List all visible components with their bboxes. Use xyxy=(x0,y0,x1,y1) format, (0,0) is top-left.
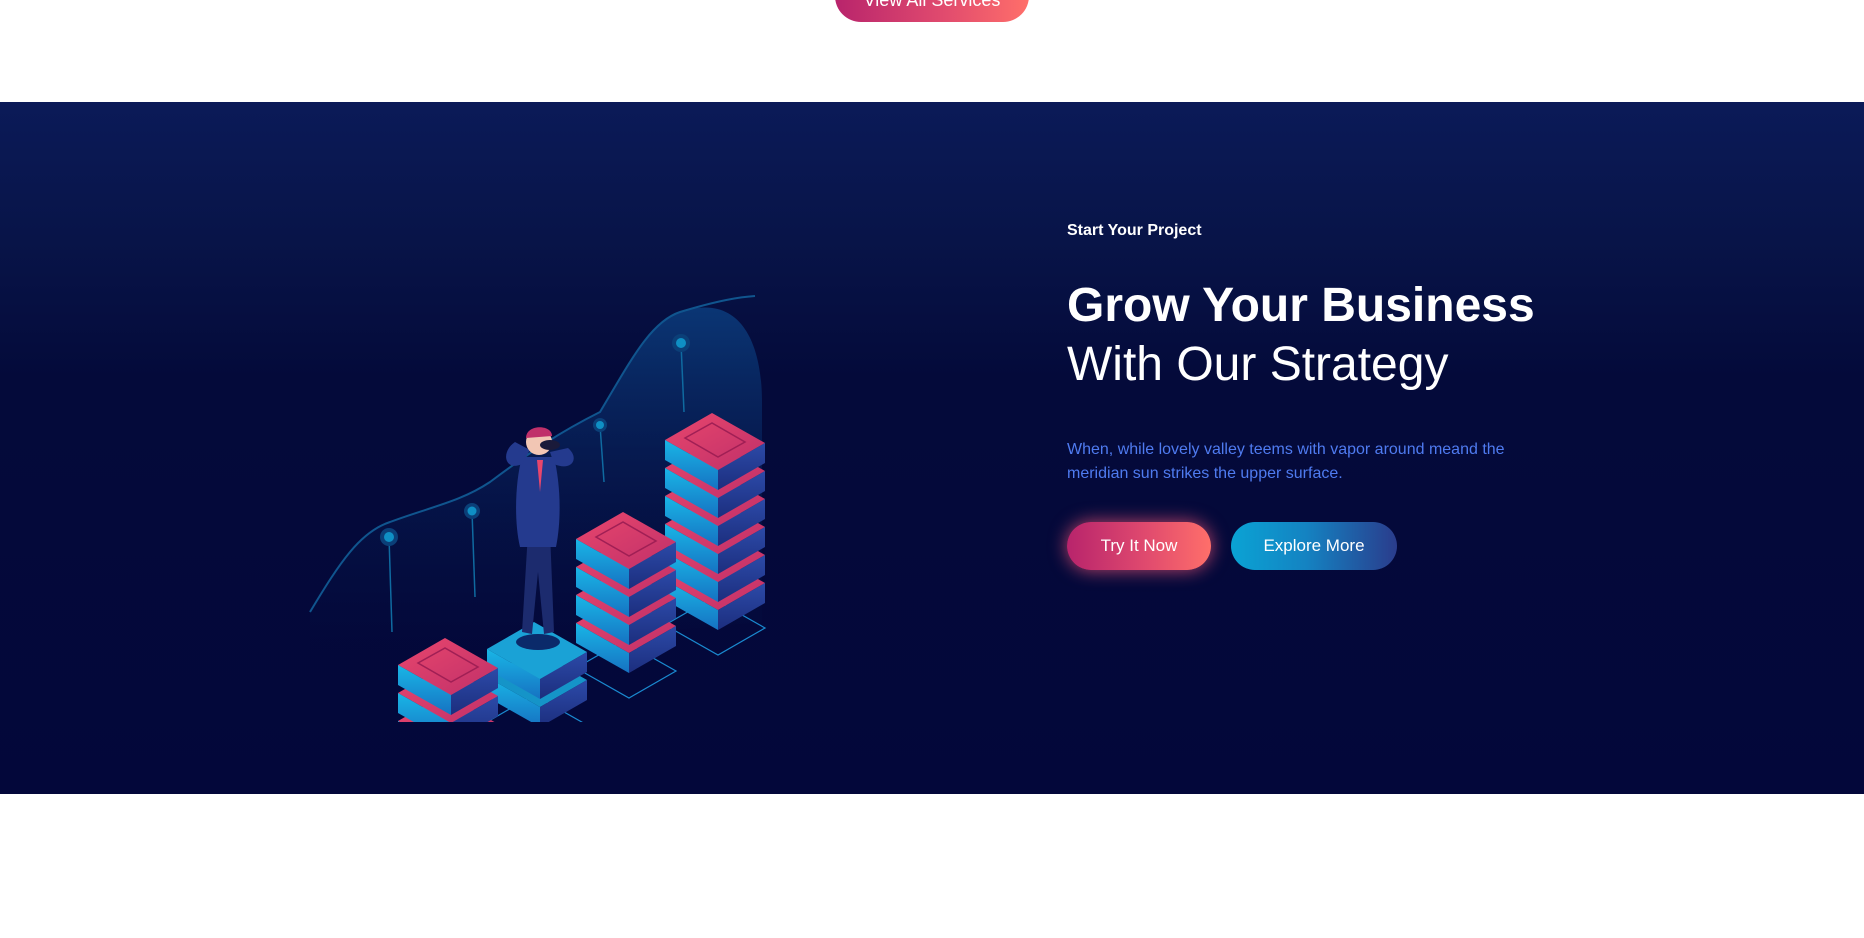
cta-buttons: Try It Now Explore More xyxy=(1067,522,1627,570)
next-section-blank xyxy=(0,794,1864,938)
cta-content: Start Your Project Grow Your Business Wi… xyxy=(1067,222,1627,570)
headline-bold: Grow Your Business xyxy=(1067,279,1535,332)
headline-regular: With Our Strategy xyxy=(1067,338,1449,391)
start-project-section: Start Your Project Grow Your Business Wi… xyxy=(0,102,1864,794)
try-it-now-button[interactable]: Try It Now xyxy=(1067,522,1211,570)
services-section-bottom: View All Services xyxy=(0,0,1864,102)
business-growth-illustration-icon xyxy=(309,295,767,722)
view-all-services-button[interactable]: View All Services xyxy=(835,0,1029,22)
explore-more-button[interactable]: Explore More xyxy=(1231,522,1397,570)
section-eyebrow: Start Your Project xyxy=(1067,222,1202,239)
section-description: When, while lovely valley teems with vap… xyxy=(1067,441,1505,482)
